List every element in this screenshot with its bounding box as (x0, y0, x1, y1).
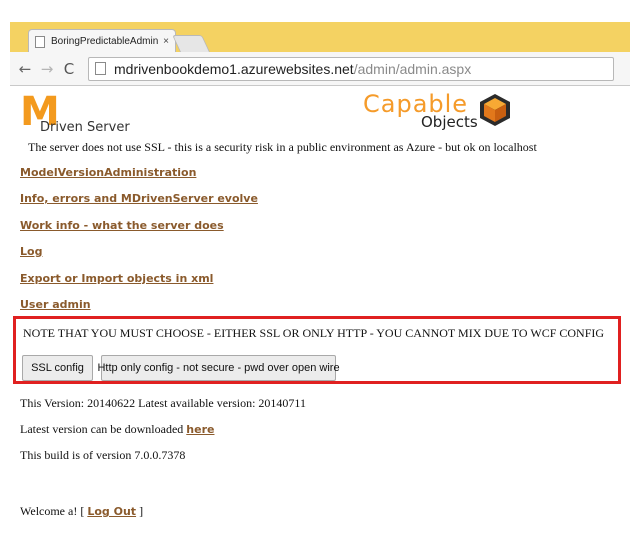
welcome-prefix: Welcome a! [ (20, 504, 88, 518)
objects-word: Objects (421, 113, 478, 131)
ssl-warning-text: The server does not use SSL - this is a … (28, 140, 537, 154)
link-model-version-administration[interactable]: ModelVersionAdministration (20, 166, 196, 179)
mdriven-logo-subtitle: Driven Server (40, 120, 130, 135)
ssl-http-note: NOTE THAT YOU MUST CHOOSE - EITHER SSL O… (23, 326, 605, 340)
url-host: mdrivenbookdemo1.azurewebsites.net (114, 60, 354, 77)
url-path: /admin/admin.aspx (353, 60, 472, 77)
link-work-info[interactable]: Work info - what the server does (20, 219, 224, 232)
forward-arrow-icon[interactable]: → (38, 60, 56, 78)
version-info: This Version: 20140622 Latest available … (20, 396, 306, 410)
reload-icon[interactable]: C (60, 60, 78, 78)
back-arrow-icon[interactable]: ← (16, 60, 34, 78)
download-here-link[interactable]: here (186, 423, 214, 436)
close-icon[interactable]: × (163, 36, 169, 47)
address-bar[interactable]: mdrivenbookdemo1.azurewebsites.net/admin… (88, 56, 614, 81)
link-info-errors[interactable]: Info, errors and MDrivenServer evolve (20, 192, 258, 205)
download-prefix: Latest version can be downloaded (20, 422, 187, 436)
browser-toolbar: ← → C mdrivenbookdemo1.azurewebsites.net… (10, 52, 630, 86)
download-line: Latest version can be downloaded here (20, 422, 214, 437)
page-icon (95, 62, 106, 75)
browser-chrome: BoringPredictableAdmin × ← → C mdrivenbo… (10, 22, 630, 86)
browser-tab[interactable]: BoringPredictableAdmin × (28, 29, 176, 53)
capable-objects-logo: Capable Objects (363, 90, 513, 131)
welcome-line: Welcome a! [ Log Out ] (20, 504, 143, 519)
http-only-config-button[interactable]: Http only config - not secure - pwd over… (97, 355, 340, 381)
link-export-import[interactable]: Export or Import objects in xml (20, 272, 213, 285)
ssl-choice-highlight: NOTE THAT YOU MUST CHOOSE - EITHER SSL O… (13, 316, 621, 384)
tab-strip: BoringPredictableAdmin × (10, 22, 630, 53)
ssl-config-button[interactable]: SSL config (22, 355, 93, 381)
logout-link[interactable]: Log Out (87, 505, 136, 518)
welcome-suffix: ] (136, 504, 144, 518)
build-info: This build is of version 7.0.0.7378 (20, 448, 186, 462)
page-icon (35, 35, 45, 48)
page-content: M Driven Server Capable Objects The serv… (10, 86, 630, 544)
link-user-admin[interactable]: User admin (20, 298, 91, 311)
cube-icon (480, 94, 510, 126)
new-tab-button[interactable] (172, 35, 210, 52)
link-log[interactable]: Log (20, 245, 42, 258)
tab-title: BoringPredictableAdmin (51, 36, 159, 47)
